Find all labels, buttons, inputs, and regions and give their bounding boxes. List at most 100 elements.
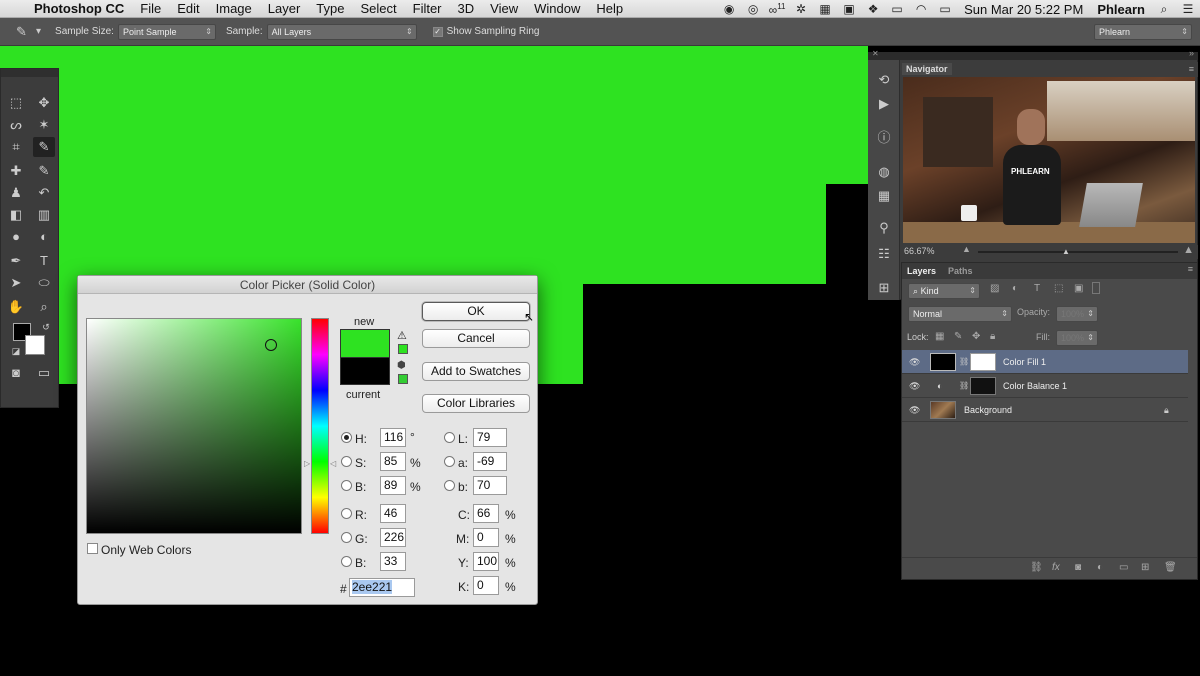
web-safe-swatch[interactable] <box>398 374 408 384</box>
menu-filter[interactable]: Filter <box>405 1 450 16</box>
path-selection-icon[interactable]: ➤ <box>5 273 27 293</box>
layer-row-background[interactable]: 👁︎ Background 🔒︎ <box>902 398 1188 422</box>
gradient-tool-icon[interactable]: ▥ <box>33 205 55 225</box>
workspace-select[interactable]: Phlearn <box>1094 24 1192 40</box>
tool-preset-chevron-icon[interactable]: ▾ <box>36 26 41 37</box>
magenta-field[interactable]: 0 <box>473 528 499 547</box>
menu-image[interactable]: Image <box>208 1 260 16</box>
lasso-tool-icon[interactable]: ᔕ <box>5 115 27 135</box>
filter-smart-object-icon[interactable]: ▣ <box>1074 283 1083 294</box>
location-icon[interactable]: ◎ <box>741 2 765 16</box>
hand-tool-icon[interactable]: ✋ <box>5 297 27 317</box>
expand-dock-icon[interactable]: » <box>1189 48 1194 58</box>
blue-field[interactable]: 33 <box>380 552 406 571</box>
add-mask-icon[interactable]: ◙ <box>1075 562 1081 573</box>
a-channel-radio[interactable] <box>444 456 455 467</box>
lock-all-icon[interactable]: 🔒︎ <box>990 331 995 342</box>
collapse-dock-icon[interactable]: ✕ <box>872 49 879 58</box>
green-radio[interactable] <box>341 532 352 543</box>
layer-row-color-fill[interactable]: 👁︎ ⛓ Color Fill 1 <box>902 350 1188 374</box>
zoom-out-icon[interactable]: ▲ <box>962 244 971 254</box>
filter-shape-icon[interactable]: ⬚ <box>1054 283 1063 294</box>
lightness-field[interactable]: 79 <box>473 428 507 447</box>
black-field[interactable]: 0 <box>473 576 499 595</box>
type-tool-icon[interactable]: T <box>33 251 55 271</box>
info-panel-icon[interactable]: ⓘ <box>874 128 894 148</box>
web-safe-cube-icon[interactable]: ⬢ <box>397 360 406 371</box>
layers-tab[interactable]: Layers <box>907 263 936 279</box>
blend-mode-select[interactable]: Normal <box>908 306 1012 322</box>
hex-field[interactable]: 2ee221 <box>349 578 415 597</box>
blue-radio[interactable] <box>341 556 352 567</box>
blur-tool-icon[interactable]: ● <box>5 227 27 247</box>
cancel-button[interactable]: Cancel <box>422 329 530 348</box>
wifi-icon[interactable]: ◠ <box>909 2 933 16</box>
pen-tool-icon[interactable]: ✒ <box>5 251 27 271</box>
creative-cloud-icon[interactable]: ∞11 <box>765 2 789 17</box>
box-icon[interactable]: ▣ <box>837 2 861 16</box>
saturation-field[interactable]: 85 <box>380 452 406 471</box>
brightness-field[interactable]: 89 <box>380 476 406 495</box>
color-field-cursor[interactable] <box>265 339 277 351</box>
layers-menu-icon[interactable]: ≡ <box>1188 264 1193 274</box>
actions-panel-icon[interactable]: ▶ <box>874 94 894 114</box>
gamut-swatch[interactable] <box>398 344 408 354</box>
filter-pixel-icon[interactable]: ▨ <box>990 283 999 294</box>
lock-transparent-icon[interactable]: ▦ <box>935 331 944 342</box>
b-channel-radio[interactable] <box>444 480 455 491</box>
move-tool-icon[interactable]: ✥ <box>33 93 55 113</box>
tool-presets-panel-icon[interactable]: ⊞ <box>874 278 894 298</box>
navigator-tab[interactable]: Navigator <box>902 63 952 75</box>
filter-type-icon[interactable]: T <box>1034 283 1040 294</box>
eraser-tool-icon[interactable]: ◧ <box>5 205 27 225</box>
menu-layer[interactable]: Layer <box>260 1 309 16</box>
notification-center-icon[interactable]: ☰ <box>1176 2 1200 16</box>
sample-size-select[interactable]: Point Sample <box>117 23 216 40</box>
sample-select[interactable]: All Layers <box>266 23 417 40</box>
opacity-field[interactable]: 100% <box>1056 306 1098 322</box>
chain-link-icon[interactable]: ⛓ <box>959 374 969 398</box>
b-channel-field[interactable]: 70 <box>473 476 507 495</box>
layer-name[interactable]: Color Balance 1 <box>1003 374 1067 398</box>
navigator-menu-icon[interactable]: ≡ <box>1189 62 1194 77</box>
app-menu[interactable]: Photoshop CC <box>30 1 132 16</box>
layer-row-color-balance[interactable]: 👁︎ ◐ ⛓ Color Balance 1 <box>902 374 1188 398</box>
zoom-in-icon[interactable]: ▲ <box>1183 244 1194 256</box>
menu-type[interactable]: Type <box>308 1 352 16</box>
menu-window[interactable]: Window <box>526 1 588 16</box>
navigator-header[interactable]: Navigator ≡ <box>902 62 1198 77</box>
menu-3d[interactable]: 3D <box>450 1 483 16</box>
eyedropper-icon[interactable]: ✎ <box>16 24 36 40</box>
navigator-zoom-value[interactable]: 66.67% <box>904 246 935 256</box>
screen-mode-icon[interactable]: ▭ <box>33 363 55 383</box>
red-radio[interactable] <box>341 508 352 519</box>
visibility-eye-icon[interactable]: 👁︎ <box>909 398 920 422</box>
lightness-radio[interactable] <box>444 432 455 443</box>
record-icon[interactable]: ◉ <box>717 2 741 16</box>
sampling-ring-checkbox[interactable]: ✓ <box>432 26 443 37</box>
red-field[interactable]: 46 <box>380 504 406 523</box>
brush-tool-icon[interactable]: ✎ <box>33 161 55 181</box>
dialog-title[interactable]: Color Picker (Solid Color) <box>78 276 537 294</box>
swatches-panel-icon[interactable]: ▦ <box>874 186 894 206</box>
adjustments-panel-icon[interactable]: ◍ <box>874 162 894 182</box>
layer-name[interactable]: Color Fill 1 <box>1003 350 1046 374</box>
only-web-colors-checkbox[interactable] <box>87 543 98 554</box>
battery-icon[interactable]: ▭ <box>933 2 957 16</box>
layer-effects-icon[interactable]: fx <box>1052 562 1060 573</box>
shape-tool-icon[interactable]: ⬭ <box>33 273 55 293</box>
filter-kind-select[interactable]: ⌕ Kind <box>908 283 980 299</box>
layer-name[interactable]: Background <box>964 398 1012 422</box>
hue-slider[interactable] <box>311 318 329 534</box>
panel-dock-header[interactable]: ✕ » <box>868 48 1198 60</box>
hue-field[interactable]: 116 <box>380 428 406 447</box>
quick-mask-icon[interactable]: ◙ <box>5 363 27 383</box>
spotlight-icon[interactable]: ⌕ <box>1152 2 1176 17</box>
background-color-swatch[interactable] <box>25 335 45 355</box>
history-panel-icon[interactable]: ⟲ <box>874 70 894 90</box>
menu-file[interactable]: File <box>132 1 169 16</box>
chain-link-icon[interactable]: ⛓ <box>959 350 969 374</box>
current-color-swatch[interactable] <box>340 357 390 385</box>
hue-radio[interactable] <box>341 432 352 443</box>
fill-field[interactable]: 100% <box>1056 330 1098 346</box>
